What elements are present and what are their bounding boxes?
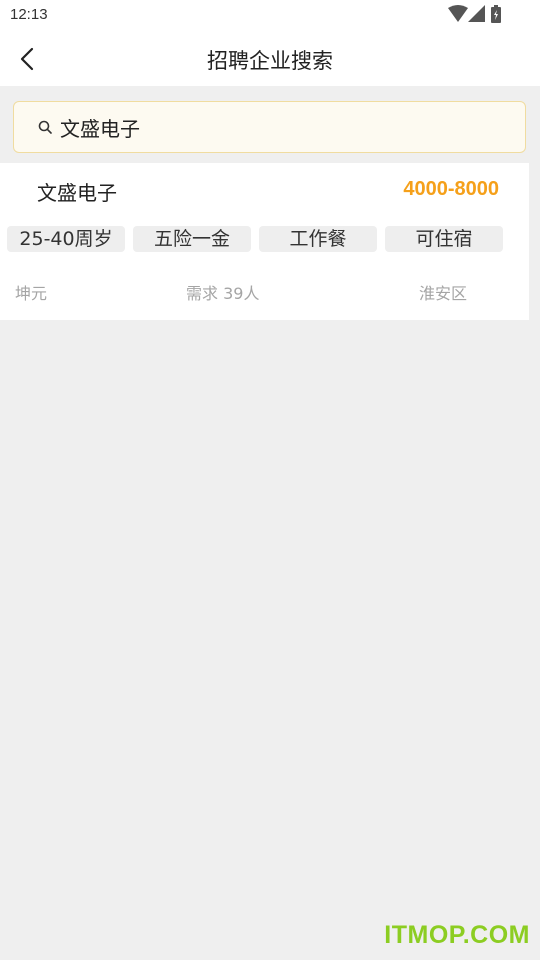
company-result-card[interactable]: 文盛电子 4000-8000 25-40周岁 五险一金 工作餐 可住宿 坤元 需… xyxy=(0,163,529,320)
tag-insurance: 五险一金 xyxy=(133,226,251,252)
contact-name: 坤元 xyxy=(15,284,48,303)
tag-age: 25-40周岁 xyxy=(7,226,125,252)
status-icons xyxy=(448,5,508,25)
status-time: 12:13 xyxy=(10,6,48,23)
search-icon xyxy=(38,120,52,134)
battery-icon xyxy=(491,5,501,23)
tag-housing: 可住宿 xyxy=(385,226,503,252)
status-bar: 12:13 xyxy=(0,0,540,30)
salary-range: 4000-8000 xyxy=(403,178,499,200)
demand-count: 需求 39人 xyxy=(186,284,260,303)
signal-icon xyxy=(468,5,485,22)
tag-meals: 工作餐 xyxy=(259,226,377,252)
nav-bar: 招聘企业搜索 xyxy=(0,30,540,86)
company-name: 文盛电子 xyxy=(37,181,117,205)
wifi-icon xyxy=(448,5,468,22)
search-input[interactable] xyxy=(60,115,480,139)
watermark: ITMOP.COM xyxy=(384,921,530,949)
search-box[interactable] xyxy=(13,101,526,153)
district: 淮安区 xyxy=(419,284,468,303)
page-title: 招聘企业搜索 xyxy=(207,49,333,73)
